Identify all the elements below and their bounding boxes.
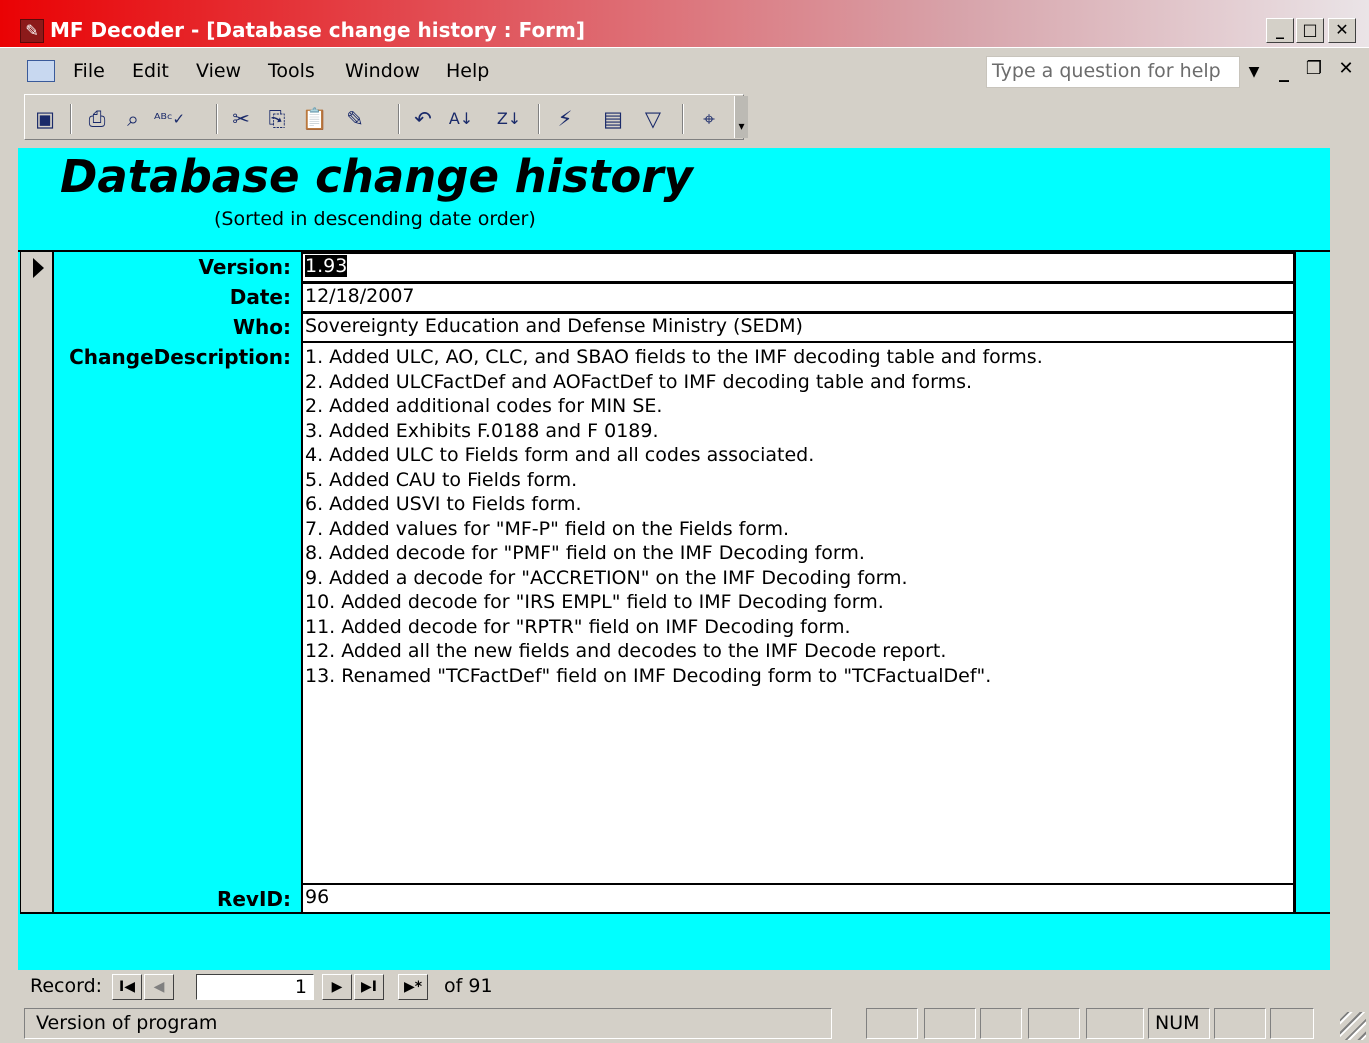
change-line: 13. Renamed "TCFactDef" field on IMF Dec…	[305, 664, 992, 687]
revid-label: RevID:	[216, 887, 291, 911]
status-panel	[1086, 1008, 1144, 1039]
filter-by-form-icon[interactable]: ▤	[598, 104, 628, 134]
minimize-button[interactable]: _	[1266, 18, 1294, 43]
mdi-restore-button[interactable]: ❐	[1302, 58, 1326, 79]
print-preview-icon[interactable]: ⌕	[118, 104, 148, 134]
toolbar-separator	[682, 104, 684, 134]
sort-ascending-icon[interactable]: A↓	[446, 104, 476, 134]
form-control-menu-icon[interactable]	[27, 60, 55, 82]
resize-grip-icon[interactable]	[1340, 1012, 1366, 1040]
form-subtitle: (Sorted in descending date order)	[214, 208, 536, 230]
toolbar-separator	[70, 104, 72, 134]
version-field[interactable]: 1.93	[301, 252, 1295, 283]
window-title: MF Decoder - [Database change history : …	[50, 18, 586, 42]
menu-file[interactable]: File	[73, 60, 105, 82]
status-panel	[1028, 1008, 1080, 1039]
status-panel	[866, 1008, 918, 1039]
maximize-button[interactable]: □	[1296, 18, 1324, 43]
who-label: Who:	[232, 315, 291, 339]
next-record-button[interactable]: ▶	[322, 974, 352, 1000]
num-lock-indicator: NUM	[1155, 1012, 1200, 1034]
status-panel	[980, 1008, 1022, 1039]
change-line: 11. Added decode for "RPTR" field on IMF…	[305, 615, 851, 638]
change-line: 6. Added USVI to Fields form.	[305, 493, 582, 515]
first-record-button[interactable]: I◀	[112, 974, 142, 1000]
change-line: 9. Added a decode for "ACCRETION" on the…	[305, 566, 908, 589]
record-selector[interactable]	[20, 252, 54, 914]
help-dropdown-icon[interactable]: ▼	[1242, 64, 1266, 80]
mdi-close-button[interactable]: ✕	[1334, 58, 1358, 79]
who-field[interactable]: Sovereignty Education and Defense Minist…	[301, 312, 1295, 343]
help-search-input[interactable]: Type a question for help	[986, 56, 1240, 88]
change-line: 12. Added all the new fields and decodes…	[305, 640, 947, 662]
menu-window[interactable]: Window	[345, 60, 420, 82]
previous-record-button[interactable]: ◀	[144, 974, 174, 1000]
mdi-minimize-button[interactable]: _	[1272, 58, 1296, 82]
filter-by-selection-icon[interactable]: ⚡	[550, 104, 580, 134]
print-icon[interactable]: ⎙	[82, 104, 112, 134]
save-icon[interactable]: ▣	[30, 104, 60, 134]
current-record-arrow-icon	[33, 258, 44, 278]
change-line: 2. Added additional codes for MIN SE.	[305, 395, 663, 417]
menu-help[interactable]: Help	[446, 60, 489, 82]
change-line: 2. Added ULCFactDef and AOFactDef to IMF…	[305, 370, 973, 393]
access-app-icon[interactable]: ✎	[20, 19, 44, 43]
menu-edit[interactable]: Edit	[132, 60, 169, 82]
copy-icon[interactable]: ⎘	[262, 104, 292, 134]
toolbar-separator	[398, 104, 400, 134]
format-painter-icon[interactable]: ✎	[340, 104, 370, 134]
status-panel	[1270, 1008, 1314, 1039]
toolbar-options-chevron-icon[interactable]: ▾	[734, 96, 748, 138]
status-panel	[1214, 1008, 1266, 1039]
change-line: 8. Added decode for "PMF" field on the I…	[305, 542, 865, 564]
toolbar-separator	[216, 104, 218, 134]
change-line: 7. Added values for "MF-P" field on the …	[305, 517, 789, 540]
last-record-button[interactable]: ▶I	[354, 974, 384, 1000]
status-panel	[924, 1008, 976, 1039]
menu-view[interactable]: View	[196, 60, 241, 82]
undo-icon[interactable]: ↶	[408, 104, 438, 134]
current-record-input[interactable]: 1	[196, 974, 314, 1000]
date-field[interactable]: 12/18/2007	[301, 282, 1295, 313]
menu-tools[interactable]: Tools	[268, 60, 315, 82]
date-label: Date:	[229, 285, 291, 309]
version-label: Version:	[198, 255, 291, 279]
change-line: 4. Added ULC to Fields form and all code…	[305, 444, 815, 466]
change-description-label: ChangeDescription:	[69, 345, 291, 369]
change-line: 5. Added CAU to Fields form.	[305, 468, 578, 491]
change-line: 10. Added decode for "IRS EMPL" field to…	[305, 591, 884, 613]
spelling-icon[interactable]: ᴬᴮᶜ✓	[154, 104, 185, 134]
form-title: Database change history	[60, 150, 693, 203]
change-line: 1. Added ULC, AO, CLC, and SBAO fields t…	[305, 346, 1043, 368]
revid-field[interactable]: 96	[301, 883, 1295, 914]
close-button[interactable]: ✕	[1328, 18, 1356, 43]
version-value: 1.93	[305, 255, 348, 277]
paste-icon[interactable]: 📋	[300, 104, 330, 134]
change-description-field[interactable]: 1. Added ULC, AO, CLC, and SBAO fields t…	[301, 341, 1295, 885]
status-text: Version of program	[36, 1012, 218, 1034]
apply-filter-icon[interactable]: ▽	[638, 104, 668, 134]
record-count: of 91	[444, 975, 493, 997]
cut-icon[interactable]: ✂	[226, 104, 256, 134]
toolbar-separator	[538, 104, 540, 134]
new-record-button[interactable]: ▶*	[398, 974, 428, 1000]
change-line: 3. Added Exhibits F.0188 and F 0189.	[305, 419, 659, 442]
record-navigator-label: Record:	[30, 975, 103, 997]
find-icon[interactable]: ⌖	[694, 104, 724, 134]
sort-descending-icon[interactable]: Z↓	[494, 104, 524, 134]
